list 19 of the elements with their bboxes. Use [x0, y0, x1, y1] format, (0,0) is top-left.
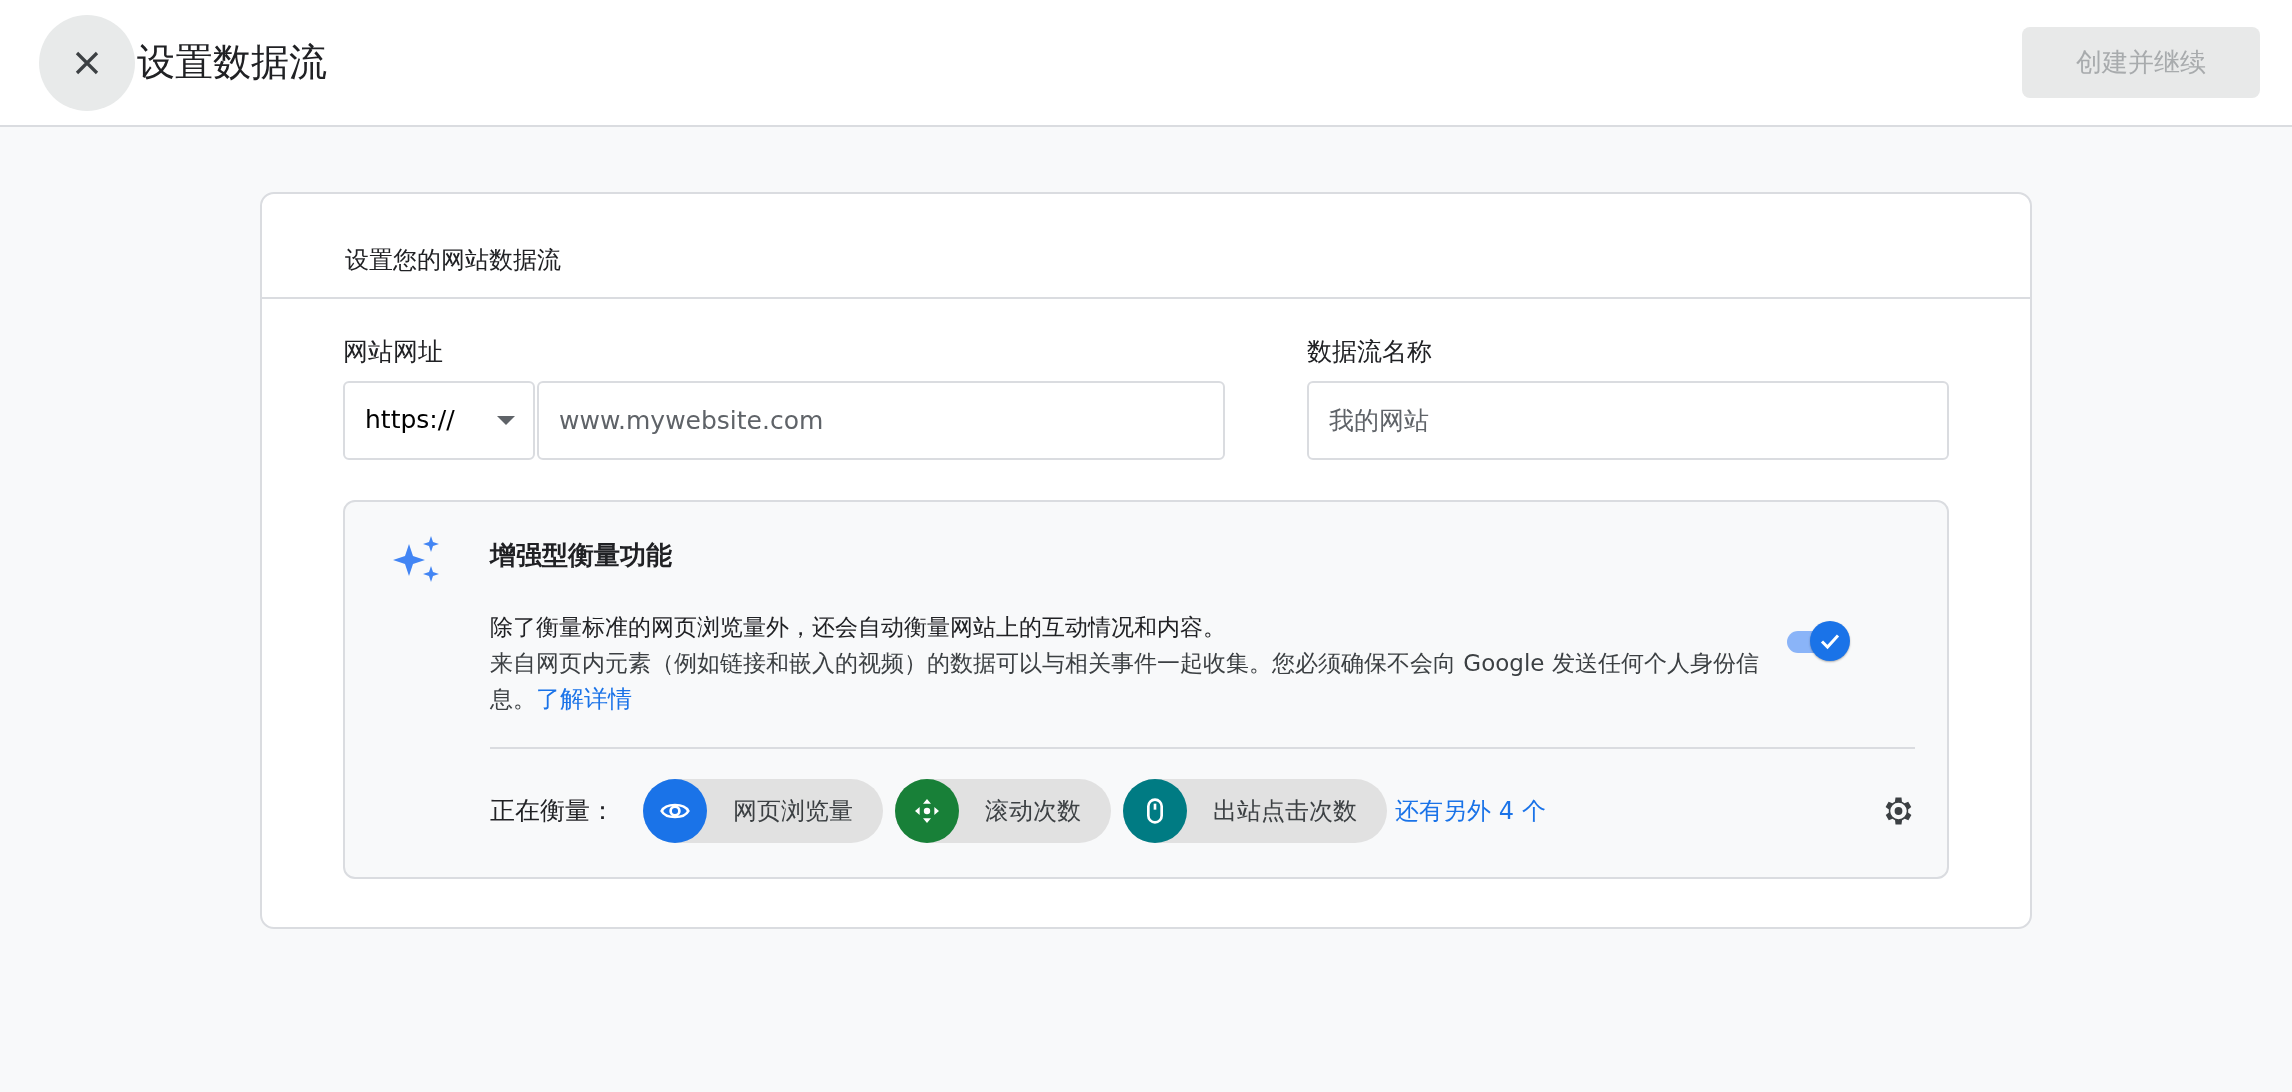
more-events-link[interactable]: 还有另外 4 个	[1395, 792, 1546, 829]
section-title: 增强型衡量功能	[490, 538, 673, 572]
event-chip[interactable]: 网页浏览量	[643, 778, 883, 843]
detail-text: 来自网页内元素（例如链接和嵌入的视频）的数据可以与相关事件一起收集。您必须确保不会向 Google 发送任何个人身份信息。了解详情	[490, 648, 1760, 715]
url-input-field[interactable]: www.mywebsite.com	[537, 380, 1226, 460]
learn-more-link[interactable]: 了解详情	[536, 684, 632, 713]
toggle-switch[interactable]	[1785, 619, 1851, 662]
sparkle-icon	[393, 535, 441, 584]
protocol-dropdown[interactable]: https://	[343, 380, 535, 460]
dropdown-caret-icon	[497, 415, 515, 425]
event-chip[interactable]: 出站点击次数	[1123, 778, 1387, 843]
card-title: 设置您的网站数据流	[262, 194, 2030, 299]
stream-name-input-field[interactable]: 我的网站	[1307, 380, 1949, 460]
description-text: 除了衡量标准的网页浏览量外，还会自动衡量网站上的互动情况和内容。	[490, 612, 1227, 642]
field-label: 数据流名称	[1307, 336, 1434, 368]
measuring-label: 正在衡量：	[490, 794, 615, 827]
field-label: 网站网址	[343, 336, 444, 368]
event-chip[interactable]: 滚动次数	[895, 778, 1111, 843]
page-title: 设置数据流	[137, 39, 327, 86]
